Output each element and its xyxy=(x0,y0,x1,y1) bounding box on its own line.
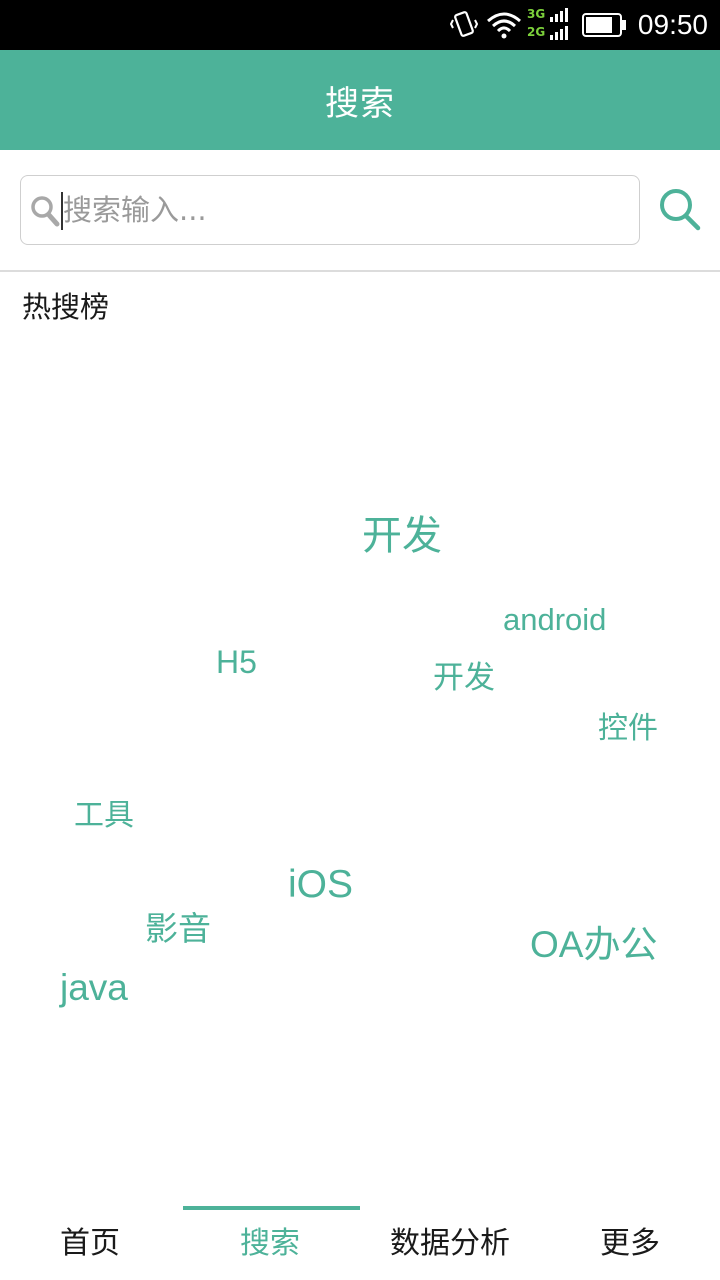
bottom-nav: 首页 搜索 数据分析 更多 xyxy=(0,1200,720,1280)
signal-icon: 3G 2G xyxy=(526,6,572,48)
hot-tag[interactable]: java xyxy=(60,967,128,1009)
hot-tag[interactable]: 开发 xyxy=(362,503,442,561)
search-icon xyxy=(29,194,61,232)
hot-tag[interactable]: H5 xyxy=(216,644,257,681)
hot-search-title: 热搜榜 xyxy=(22,290,110,324)
hot-tag[interactable]: iOS xyxy=(288,863,353,907)
hot-tag-cloud: 开发 android H5 开发 控件 工具 iOS 影音 OA办公 java xyxy=(0,330,720,1190)
hot-tag[interactable]: OA办公 xyxy=(530,914,657,968)
hot-tag[interactable]: 影音 xyxy=(145,902,211,950)
search-box[interactable] xyxy=(20,175,640,245)
battery-icon xyxy=(582,13,628,43)
hot-tag[interactable]: android xyxy=(503,602,606,638)
search-button[interactable] xyxy=(652,186,708,236)
divider xyxy=(0,270,720,272)
page-title: 搜索 xyxy=(325,83,395,124)
network-label-top: 3G xyxy=(527,7,545,21)
hot-tag[interactable]: 工具 xyxy=(74,790,134,834)
status-bar: 3G 2G 09:50 xyxy=(0,0,720,50)
vibrate-icon xyxy=(449,10,479,44)
tab-search[interactable]: 搜索 xyxy=(180,1200,360,1280)
hot-tag[interactable]: 控件 xyxy=(598,703,658,747)
app-bar: 搜索 xyxy=(0,50,720,150)
tab-data-analysis[interactable]: 数据分析 xyxy=(360,1200,540,1280)
hot-tag[interactable]: 开发 xyxy=(433,652,495,697)
search-input[interactable] xyxy=(63,186,623,234)
tab-more[interactable]: 更多 xyxy=(540,1200,720,1280)
network-label-bottom: 2G xyxy=(527,25,545,39)
wifi-icon xyxy=(486,10,522,44)
tab-home[interactable]: 首页 xyxy=(0,1200,180,1280)
clock: 09:50 xyxy=(637,9,708,40)
search-row xyxy=(0,150,720,270)
search-icon xyxy=(658,187,702,235)
